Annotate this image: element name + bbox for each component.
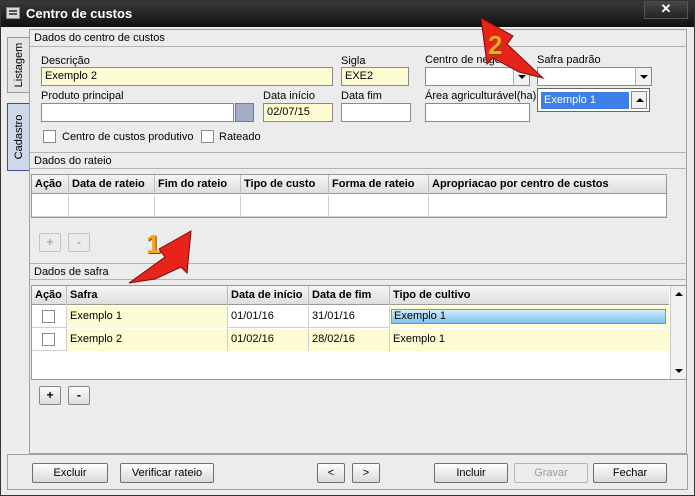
rateio-col-data[interactable]: Data de rateio (69, 175, 155, 194)
rateio-col-acao[interactable]: Ação (32, 175, 69, 194)
rateio-grid: Ação Data de rateio Fim do rateio Tipo d… (31, 174, 667, 218)
data-inicio-label: Data início (263, 90, 315, 102)
chevron-down-icon[interactable] (635, 68, 651, 85)
safra-grid: Ação Safra Data de início Data de fim Ti… (31, 285, 687, 380)
rateio-cell (155, 195, 241, 217)
section-dados-centro-header: Dados do centro de custos (30, 30, 686, 47)
close-button[interactable]: ✕ (644, 1, 688, 19)
fechar-button[interactable]: Fechar (593, 463, 667, 483)
safra-padrao-label: Safra padrão (537, 54, 601, 66)
tab-cadastro-label: Cadastro (12, 114, 25, 160)
safra-col-safra[interactable]: Safra (67, 286, 228, 305)
previous-button[interactable]: < (317, 463, 345, 483)
safra-col-fim[interactable]: Data de fim (309, 286, 390, 305)
footer-bar: Excluir Verificar rateio < > Incluir Gra… (7, 454, 688, 490)
callout-number-1: 1 (146, 229, 161, 259)
fim-cell[interactable]: 28/02/16 (309, 329, 390, 351)
rateio-cell (429, 195, 666, 217)
safra-padrao-combo[interactable] (537, 67, 652, 86)
area-label: Área agriculturável(ha) (425, 90, 537, 102)
tab-listagem-label: Listagem (12, 42, 25, 88)
section-dados-rateio-header: Dados do rateio (30, 152, 686, 169)
rateio-col-tipo[interactable]: Tipo de custo (241, 175, 329, 194)
area-input[interactable] (425, 103, 530, 122)
tab-cadastro[interactable]: Cadastro (7, 103, 29, 171)
row-action-cell (32, 329, 67, 351)
produtivo-label: Centro de custos produtivo (62, 131, 194, 143)
cultivo-cell[interactable]: Exemplo 1 (390, 329, 669, 351)
rateio-empty-row (32, 195, 666, 217)
lookup-button[interactable] (235, 103, 254, 122)
tab-listagem[interactable]: Listagem (7, 37, 29, 93)
data-fim-label: Data fim (341, 90, 382, 102)
sigla-input[interactable]: EXE2 (341, 67, 409, 86)
next-button[interactable]: > (352, 463, 380, 483)
scroll-up-icon[interactable] (631, 91, 647, 109)
rateio-cell (241, 195, 329, 217)
table-row[interactable]: Exemplo 1 01/01/16 31/01/16 Exemplo 1 (32, 306, 669, 328)
verificar-rateio-button[interactable]: Verificar rateio (120, 463, 214, 483)
safra-dropdown-list: Exemplo 1 (537, 88, 650, 112)
cultivo-selected-value: Exemplo 1 (391, 309, 666, 324)
rateio-col-forma[interactable]: Forma de rateio (329, 175, 429, 194)
rateio-col-fim[interactable]: Fim do rateio (155, 175, 241, 194)
callout-number-2: 2 (488, 30, 503, 60)
row-checkbox[interactable] (42, 333, 55, 346)
safra-col-cultivo[interactable]: Tipo de cultivo (390, 286, 669, 305)
rateio-remove-button[interactable]: - (68, 233, 90, 252)
inicio-cell[interactable]: 01/02/16 (228, 329, 309, 351)
scroll-down-icon[interactable] (671, 363, 686, 379)
safra-cell[interactable]: Exemplo 2 (67, 329, 228, 351)
gravar-button[interactable]: Gravar (514, 463, 588, 483)
rateio-cell (69, 195, 155, 217)
produto-principal-label: Produto principal (41, 90, 124, 102)
safra-col-acao[interactable]: Ação (32, 286, 67, 305)
row-checkbox[interactable] (42, 310, 55, 323)
safra-add-button[interactable]: + (39, 386, 61, 405)
data-inicio-input[interactable]: 02/07/15 (263, 103, 333, 122)
rateio-add-button[interactable]: + (39, 233, 61, 252)
descricao-label: Descrição (41, 55, 90, 67)
main-panel: Dados do centro de custos Descrição Exem… (29, 17, 687, 454)
rateio-grid-header: Ação Data de rateio Fim do rateio Tipo d… (32, 175, 666, 194)
fim-cell[interactable]: 31/01/16 (309, 306, 390, 328)
rateio-cell (32, 195, 69, 217)
rateio-col-apropriacao[interactable]: Apropriacao por centro de custos (429, 175, 666, 194)
incluir-button[interactable]: Incluir (434, 463, 508, 483)
row-action-cell (32, 306, 67, 328)
produtivo-checkbox[interactable] (43, 130, 56, 143)
safra-col-inicio[interactable]: Data de início (228, 286, 309, 305)
rateado-checkbox[interactable] (201, 130, 214, 143)
rateio-cell (329, 195, 429, 217)
window-title: Centro de custos (26, 6, 133, 21)
scroll-up-icon[interactable] (671, 286, 686, 302)
safra-cell[interactable]: Exemplo 1 (67, 306, 228, 328)
inicio-cell[interactable]: 01/01/16 (228, 306, 309, 328)
safra-dropdown-option[interactable]: Exemplo 1 (541, 92, 629, 109)
window-icon (6, 7, 20, 19)
table-row[interactable]: Exemplo 2 01/02/16 28/02/16 Exemplo 1 (32, 329, 669, 351)
excluir-button[interactable]: Excluir (32, 463, 108, 483)
data-fim-input[interactable] (341, 103, 411, 122)
rateado-label: Rateado (219, 131, 261, 143)
centro-de-custos-window: Centro de custos ✕ Listagem Cadastro Dad… (0, 0, 695, 496)
callout-arrow-2 (480, 17, 545, 79)
safra-scrollbar[interactable] (670, 286, 686, 379)
cultivo-cell[interactable]: Exemplo 1 (390, 306, 669, 328)
descricao-input[interactable]: Exemplo 2 (41, 67, 333, 86)
title-bar: Centro de custos ✕ (1, 1, 694, 27)
safra-grid-header: Ação Safra Data de início Data de fim Ti… (32, 286, 669, 305)
sigla-label: Sigla (341, 55, 366, 67)
safra-remove-button[interactable]: - (68, 386, 90, 405)
produto-principal-input[interactable] (41, 103, 234, 122)
